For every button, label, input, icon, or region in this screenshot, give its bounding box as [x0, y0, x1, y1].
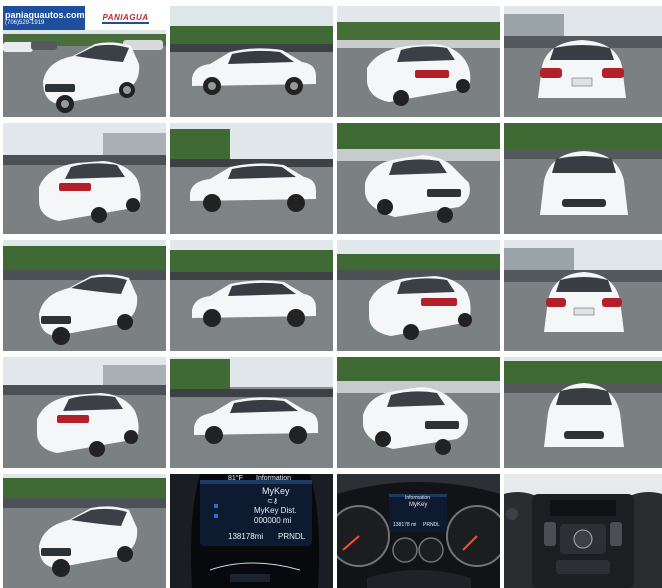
- car-photo: [3, 240, 166, 351]
- dealer-logo-box: PANIAGUA: [85, 6, 166, 30]
- cluster-gear: PRNDL: [278, 532, 306, 541]
- car-photo: [170, 240, 333, 351]
- photo-thumb-gauges[interactable]: Information MyKey 138178 mi PRNDL: [337, 474, 500, 588]
- photo-thumb-front-left[interactable]: paniaguautos.com (706)529-1919 PANIAGUA: [3, 6, 166, 117]
- photo-thumb-left-side[interactable]: [170, 6, 333, 117]
- cluster-header: Information: [256, 475, 292, 482]
- key-icon: ⊂⚷: [267, 498, 278, 505]
- car-photo: [504, 123, 662, 234]
- cluster-photo: [170, 474, 333, 588]
- car-photo: [504, 240, 662, 351]
- gauges-gear: PRNDL: [423, 522, 440, 528]
- car-photo: [3, 474, 166, 588]
- photo-thumb-left-side-3[interactable]: [170, 357, 333, 468]
- photo-thumb-front-2[interactable]: [504, 357, 662, 468]
- gauges-photo: [337, 474, 500, 588]
- photo-thumb-instrument-cluster[interactable]: 81°F Information MyKey ⊂⚷ MyKey Dist. 00…: [170, 474, 333, 588]
- cluster-odometer: 138178mi: [228, 532, 264, 541]
- photo-thumb-front-left-2[interactable]: [3, 240, 166, 351]
- dealer-banner: paniaguautos.com (706)529-1919 PANIAGUA: [3, 6, 166, 30]
- gauges-title: MyKey: [409, 502, 428, 508]
- photo-thumb-left-side-lot[interactable]: [170, 123, 333, 234]
- photo-thumb-left-side-2[interactable]: [170, 240, 333, 351]
- dealer-phone: (706)529-1919: [5, 19, 45, 26]
- car-photo: [504, 357, 662, 468]
- photo-thumb-rear-2[interactable]: [504, 240, 662, 351]
- photo-thumb-rear-left-lot[interactable]: [3, 123, 166, 234]
- photo-thumb-front[interactable]: [504, 123, 662, 234]
- photo-thumb-rear-left[interactable]: [337, 6, 500, 117]
- car-photo: [337, 240, 500, 351]
- car-photo: [170, 357, 333, 468]
- cluster-title: MyKey: [262, 486, 290, 496]
- car-photo: [170, 6, 333, 117]
- gauges-header: Information: [405, 495, 431, 501]
- car-photo: [170, 123, 333, 234]
- gauges-odometer: 138178 mi: [393, 522, 417, 528]
- car-photo: [337, 123, 500, 234]
- car-photo: [337, 6, 500, 117]
- car-photo: [3, 123, 166, 234]
- cluster-temp: 81°F: [228, 475, 243, 482]
- photo-thumb-front-left-3[interactable]: [3, 474, 166, 588]
- photo-thumb-rear-left-3[interactable]: [3, 357, 166, 468]
- dealer-logo: PANIAGUA: [102, 12, 149, 24]
- photo-thumb-rear[interactable]: [504, 6, 662, 117]
- car-photo: [337, 357, 500, 468]
- console-photo: [504, 474, 662, 588]
- photo-thumb-front-right[interactable]: [337, 123, 500, 234]
- cluster-dist-value: 000000 mi: [254, 516, 292, 525]
- photo-thumb-rear-left-2[interactable]: [337, 240, 500, 351]
- car-photo: [504, 6, 662, 117]
- dealer-url: paniaguautos.com: [5, 9, 85, 20]
- photo-gallery: paniaguautos.com (706)529-1919 PANIAGUA: [0, 0, 662, 588]
- cluster-dist-label: MyKey Dist.: [254, 506, 297, 515]
- photo-thumb-front-right-2[interactable]: [337, 357, 500, 468]
- dealer-contact: paniaguautos.com (706)529-1919: [3, 6, 85, 30]
- photo-thumb-center-console[interactable]: [504, 474, 662, 588]
- car-photo: [3, 357, 166, 468]
